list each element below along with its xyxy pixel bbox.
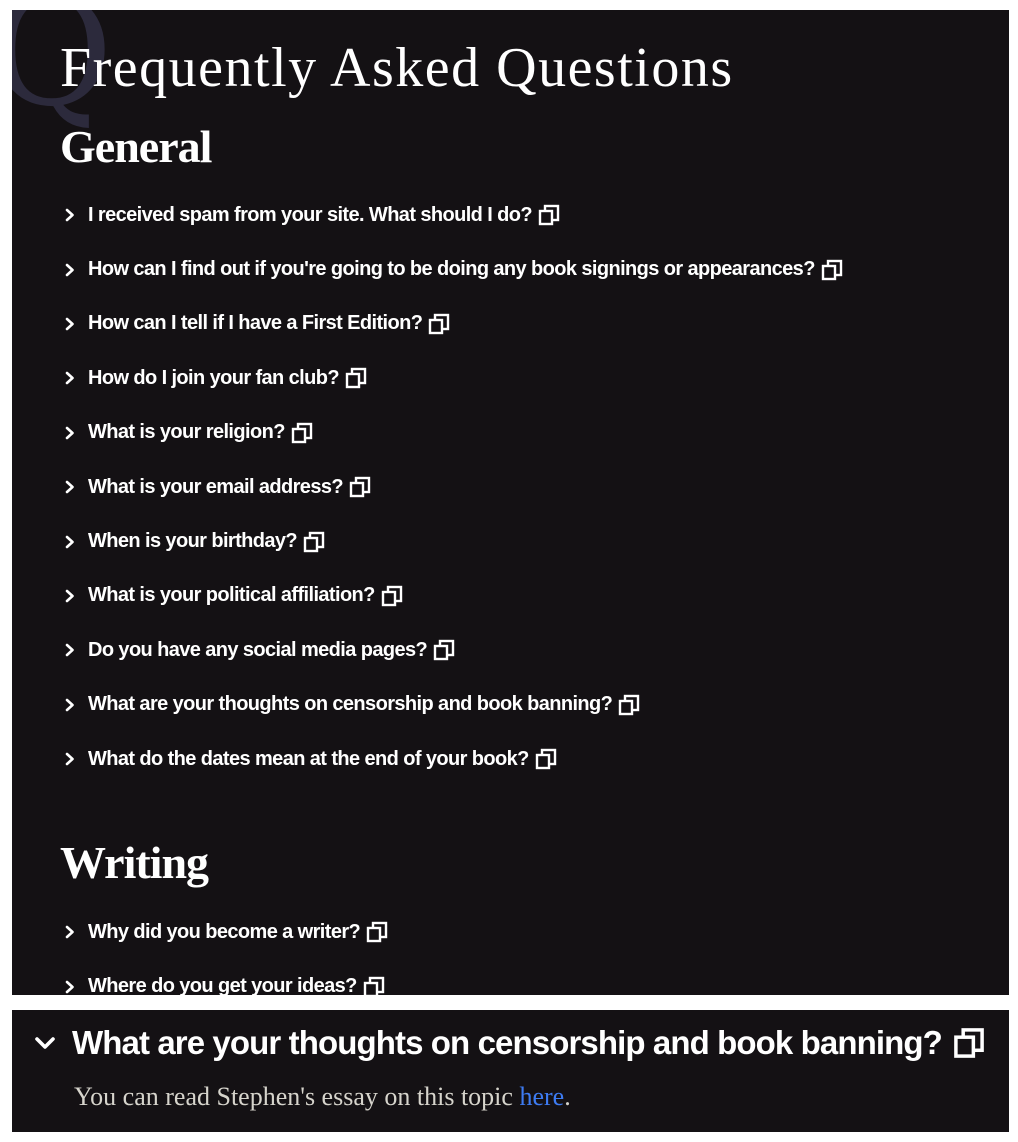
faq-question-text: What is your political affiliation? (88, 584, 375, 607)
faq-question[interactable]: What are your thoughts on censorship and… (60, 678, 843, 732)
faq-answer: You can read Stephen's essay on this top… (74, 1082, 571, 1112)
faq-question[interactable]: What is your political affiliation? (60, 569, 843, 623)
faq-question-text: How can I find out if you're going to be… (88, 258, 815, 281)
faq-question-text: When is your birthday? (88, 530, 298, 553)
faq-question[interactable]: How can I tell if I have a First Edition… (60, 297, 843, 351)
copy-link-icon[interactable] (538, 204, 560, 226)
expanded-faq-panel: What are your thoughts on censorship and… (12, 1010, 1009, 1132)
copy-link-icon[interactable] (349, 476, 371, 498)
faq-question[interactable]: What is your religion? (60, 406, 843, 460)
chevron-right-icon (64, 925, 76, 939)
faq-question[interactable]: How do I join your fan club? (60, 351, 843, 405)
faq-question-text: Do you have any social media pages? (88, 638, 428, 661)
faq-answer-text: You can read Stephen's essay on this top… (74, 1082, 520, 1111)
section-heading-general: General (60, 121, 212, 172)
faq-answer-period: . (564, 1082, 571, 1111)
chevron-right-icon (64, 317, 76, 331)
chevron-right-icon (64, 208, 76, 222)
copy-link-icon[interactable] (535, 748, 557, 770)
copy-link-icon[interactable] (952, 1026, 986, 1060)
faq-question[interactable]: Why did you become a writer? (60, 905, 388, 959)
faq-question[interactable]: I received spam from your site. What sho… (60, 188, 843, 242)
page-title: Frequently Asked Questions (60, 37, 734, 99)
faq-question-text: What do the dates mean at the end of you… (88, 747, 529, 770)
faq-question-text: I received spam from your site. What sho… (88, 203, 533, 226)
copy-link-icon[interactable] (821, 259, 843, 281)
chevron-right-icon (64, 535, 76, 549)
faq-question[interactable]: How can I find out if you're going to be… (60, 242, 843, 296)
copy-link-icon[interactable] (366, 921, 388, 943)
copy-link-icon[interactable] (428, 313, 450, 335)
copy-link-icon[interactable] (345, 367, 367, 389)
faq-question-text: Why did you become a writer? (88, 920, 361, 943)
faq-question[interactable]: What do the dates mean at the end of you… (60, 732, 843, 786)
faq-page: Q Frequently Asked Questions General I r… (12, 10, 1009, 995)
faq-question-text: What is your religion? (88, 421, 285, 444)
faq-question-text: How can I tell if I have a First Edition… (88, 312, 423, 335)
copy-link-icon[interactable] (433, 639, 455, 661)
section-heading-writing: Writing (60, 837, 209, 888)
chevron-right-icon (64, 698, 76, 712)
faq-question[interactable]: Do you have any social media pages? (60, 623, 843, 677)
expanded-faq-question[interactable]: What are your thoughts on censorship and… (34, 1024, 986, 1062)
copy-link-icon[interactable] (303, 531, 325, 553)
expanded-faq-question-text: What are your thoughts on censorship and… (72, 1024, 943, 1061)
copy-link-icon[interactable] (363, 976, 385, 995)
copy-link-icon[interactable] (291, 422, 313, 444)
faq-question[interactable]: What is your email address? (60, 460, 843, 514)
faq-question-text: What are your thoughts on censorship and… (88, 693, 613, 716)
faq-list-general: I received spam from your site. What sho… (60, 188, 843, 786)
copy-link-icon[interactable] (618, 694, 640, 716)
chevron-right-icon (64, 752, 76, 766)
chevron-right-icon (64, 589, 76, 603)
faq-question-text: What is your email address? (88, 475, 344, 498)
faq-question-text: How do I join your fan club? (88, 366, 340, 389)
faq-question[interactable]: Where do you get your ideas? (60, 959, 388, 995)
chevron-right-icon (64, 643, 76, 657)
chevron-down-icon (34, 1032, 56, 1054)
chevron-right-icon (64, 980, 76, 994)
faq-question-text: Where do you get your ideas? (88, 975, 357, 995)
faq-question[interactable]: When is your birthday? (60, 514, 843, 568)
chevron-right-icon (64, 426, 76, 440)
faq-list-writing: Why did you become a writer? Where do yo… (60, 905, 388, 995)
essay-link[interactable]: here (519, 1082, 564, 1111)
chevron-right-icon (64, 371, 76, 385)
chevron-right-icon (64, 263, 76, 277)
copy-link-icon[interactable] (381, 585, 403, 607)
chevron-right-icon (64, 480, 76, 494)
